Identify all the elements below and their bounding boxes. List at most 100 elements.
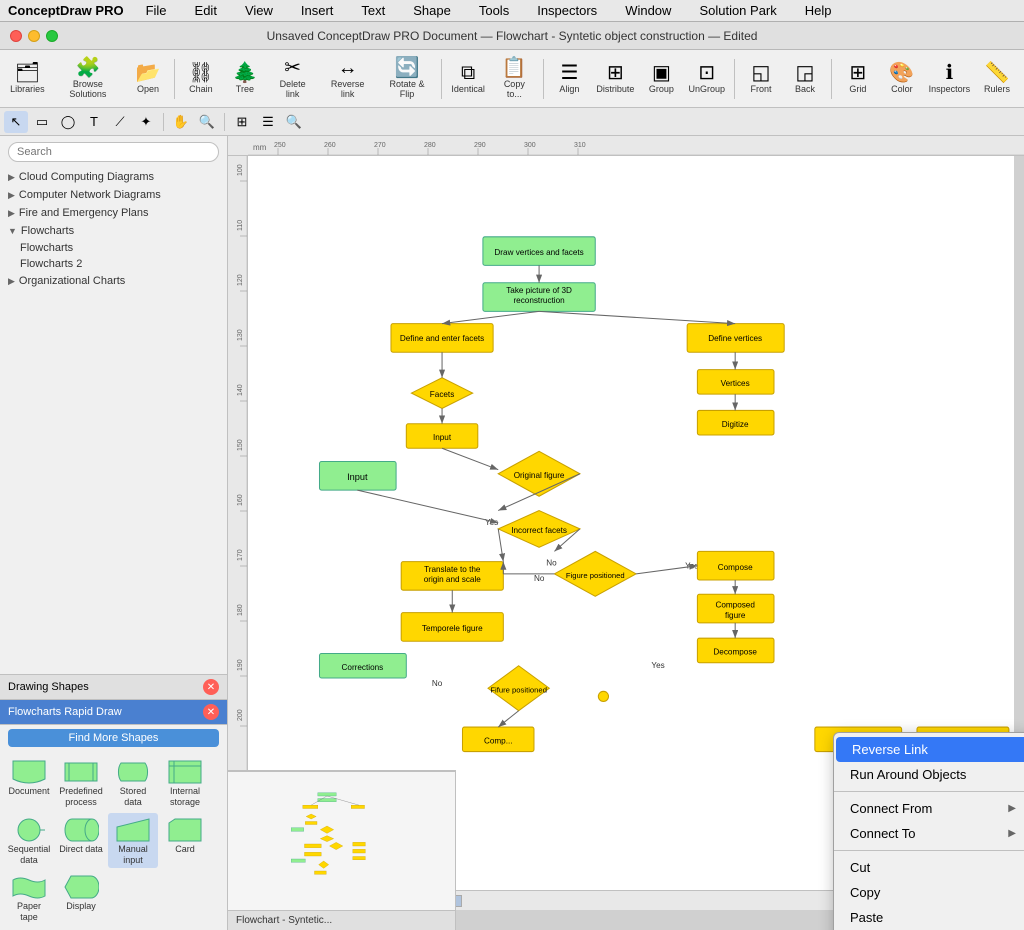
menu-tools[interactable]: Tools (473, 1, 515, 20)
expand-arrow: ▼ (8, 226, 17, 236)
copy-to-button[interactable]: 📋 Copy to... (491, 54, 537, 104)
svg-text:310: 310 (574, 142, 586, 149)
shape-paper-tape-label: Paper tape (7, 901, 51, 923)
chain-label: Chain (189, 85, 213, 95)
back-button[interactable]: ◲ Back (784, 54, 826, 104)
rotate-label: Rotate & Flip (384, 80, 431, 100)
sidebar-subitem-flowcharts[interactable]: Flowcharts (0, 240, 227, 256)
svg-text:190: 190 (237, 659, 244, 671)
shape-card[interactable]: Card (160, 813, 210, 869)
shape-stored-data[interactable]: Stored data (108, 755, 158, 811)
minimize-button[interactable] (28, 30, 40, 42)
grid-view-tool[interactable]: ⊞ (230, 111, 254, 133)
zoom-tool[interactable]: 🔍 (195, 111, 219, 133)
list-view-tool[interactable]: ☰ (256, 111, 280, 133)
libraries-button[interactable]: 🗂 Libraries (6, 54, 49, 104)
front-button[interactable]: ◱ Front (740, 54, 782, 104)
drawing-shapes-panel[interactable]: Drawing Shapes ✕ (0, 675, 227, 700)
rulers-button[interactable]: 📏 Rulers (976, 54, 1018, 104)
menu-solution-park[interactable]: Solution Park (693, 1, 782, 20)
color-button[interactable]: 🎨 Color (881, 54, 923, 104)
search-input[interactable] (8, 142, 219, 162)
grid-label: Grid (849, 85, 866, 95)
sidebar-subitem-flowcharts2[interactable]: Flowcharts 2 (0, 256, 227, 272)
svg-text:Digitize: Digitize (722, 420, 749, 429)
magic-wand-tool[interactable]: ✦ (134, 111, 158, 133)
identical-button[interactable]: ⧉ Identical (447, 54, 489, 104)
menu-inspectors[interactable]: Inspectors (531, 1, 603, 20)
main-content: ▶ Cloud Computing Diagrams ▶ Computer Ne… (0, 136, 1024, 930)
menu-window[interactable]: Window (619, 1, 677, 20)
menu-file[interactable]: File (140, 1, 173, 20)
rotate-flip-button[interactable]: 🔄 Rotate & Flip (378, 54, 437, 104)
menu-text[interactable]: Text (355, 1, 391, 20)
svg-text:No: No (534, 574, 545, 583)
tree-label: Tree (236, 85, 254, 95)
menu-help[interactable]: Help (799, 1, 838, 20)
close-button[interactable] (10, 30, 22, 42)
tools-bar: ↖ ▭ ◯ T ⟋ ✦ ✋ 🔍 ⊞ ☰ 🔍 (0, 108, 1024, 136)
chain-button[interactable]: ⛓ Chain (180, 54, 222, 104)
svg-text:Decompose: Decompose (713, 648, 757, 657)
grid-button[interactable]: ⊞ Grid (837, 54, 879, 104)
menu-view[interactable]: View (239, 1, 279, 20)
ctx-copy[interactable]: Copy (834, 880, 1024, 905)
sidebar-item-cloud[interactable]: ▶ Cloud Computing Diagrams (0, 168, 227, 186)
group-icon: ▣ (652, 63, 671, 83)
shape-document[interactable]: Document (4, 755, 54, 811)
tree-button[interactable]: 🌲 Tree (224, 54, 266, 104)
sidebar-item-fire[interactable]: ▶ Fire and Emergency Plans (0, 204, 227, 222)
canvas-area[interactable]: mm 250 260 270 280 290 300 310 (228, 136, 1024, 930)
app-name[interactable]: ConceptDraw PRO (8, 3, 124, 18)
context-menu: Reverse Link Run Around Objects Connect … (833, 732, 1024, 930)
rapid-draw-panel[interactable]: Flowcharts Rapid Draw ✕ (0, 700, 227, 725)
menu-shape[interactable]: Shape (407, 1, 457, 20)
shapes-grid: Document Predefined process (0, 751, 227, 930)
distribute-button[interactable]: ⊞ Distribute (592, 54, 638, 104)
ungroup-button[interactable]: ⊡ UnGroup (684, 54, 729, 104)
sidebar-item-network[interactable]: ▶ Computer Network Diagrams (0, 186, 227, 204)
shape-direct-data[interactable]: Direct data (56, 813, 106, 869)
rapid-draw-close[interactable]: ✕ (203, 704, 219, 720)
shape-sequential-data[interactable]: Sequential data (4, 813, 54, 869)
svg-text:100: 100 (237, 164, 244, 176)
group-button[interactable]: ▣ Group (640, 54, 682, 104)
ctx-connect-from[interactable]: Connect From ▶ (834, 796, 1024, 821)
browse-solutions-button[interactable]: 🧩 Browse Solutions (51, 54, 125, 104)
select-tool[interactable]: ↖ (4, 111, 28, 133)
menu-edit[interactable]: Edit (189, 1, 223, 20)
inspectors-button[interactable]: ℹ Inspectors (925, 54, 974, 104)
sidebar-item-flowcharts[interactable]: ▼ Flowcharts Flowcharts Flowcharts 2 (0, 222, 227, 272)
text-tool[interactable]: T (82, 111, 106, 133)
hand-tool[interactable]: ✋ (169, 111, 193, 133)
shape-predefined-process[interactable]: Predefined process (56, 755, 106, 811)
ctx-paste[interactable]: Paste (834, 905, 1024, 930)
preview-panel: Flowchart - Syntetic... (228, 770, 456, 930)
find-more-button[interactable]: Find More Shapes (8, 729, 219, 747)
ctx-run-around[interactable]: Run Around Objects (834, 762, 1024, 787)
menu-insert[interactable]: Insert (295, 1, 340, 20)
ctx-connect-to[interactable]: Connect To ▶ (834, 821, 1024, 846)
search-tool[interactable]: 🔍 (282, 111, 306, 133)
traffic-lights (10, 30, 58, 42)
shape-display[interactable]: Display (56, 870, 106, 926)
drawing-shapes-close[interactable]: ✕ (203, 679, 219, 695)
shape-manual-input[interactable]: Manual input (108, 813, 158, 869)
ctx-reverse-link[interactable]: Reverse Link (836, 737, 1024, 762)
delete-link-button[interactable]: ✂ Delete link (268, 54, 318, 104)
shape-paper-tape[interactable]: Paper tape (4, 870, 54, 926)
ctx-cut[interactable]: Cut (834, 855, 1024, 880)
maximize-button[interactable] (46, 30, 58, 42)
oval-tool[interactable]: ◯ (56, 111, 80, 133)
open-button[interactable]: 📂 Open (127, 54, 169, 104)
flowcharts-label: Flowcharts (21, 225, 74, 237)
connect-tool[interactable]: ⟋ (108, 111, 132, 133)
svg-text:Comp...: Comp... (484, 736, 513, 745)
sidebar-item-org[interactable]: ▶ Organizational Charts (0, 272, 227, 290)
shape-internal-storage[interactable]: Internal storage (160, 755, 210, 811)
rect-tool[interactable]: ▭ (30, 111, 54, 133)
svg-text:Temporele figure: Temporele figure (422, 624, 483, 633)
svg-text:figure: figure (725, 611, 746, 620)
reverse-link-button[interactable]: ↔ Reverse link (319, 54, 375, 104)
align-button[interactable]: ☰ Align (548, 54, 590, 104)
